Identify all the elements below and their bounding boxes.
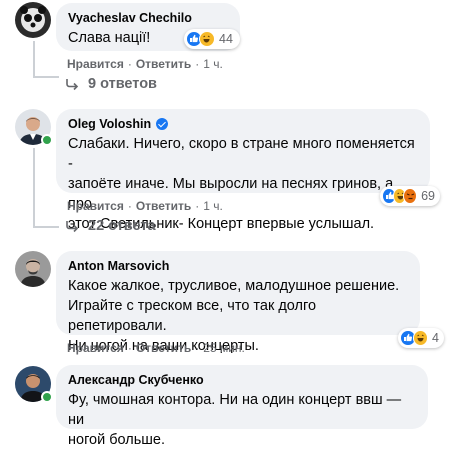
- avatar[interactable]: [15, 2, 51, 38]
- angry-icon: [403, 188, 418, 204]
- online-status-icon: [41, 391, 53, 403]
- reaction-count: 44: [219, 32, 233, 46]
- thread-connector: [33, 148, 35, 228]
- timestamp[interactable]: 1 ч.: [203, 57, 223, 71]
- like-button[interactable]: Нравится: [67, 341, 124, 355]
- thread-connector: [33, 226, 59, 228]
- online-status-icon: [41, 134, 53, 146]
- thread-connector: [33, 41, 35, 78]
- reply-arrow-icon: [64, 219, 80, 233]
- view-replies-link[interactable]: 22 ответа: [64, 218, 156, 234]
- comment-text: Фу, чмошная контора. Ни на один концерт …: [68, 392, 402, 448]
- reply-button[interactable]: Ответить: [136, 199, 191, 213]
- comment-author[interactable]: Александр Скубченко: [68, 372, 416, 388]
- reaction-summary[interactable]: 44: [184, 29, 240, 49]
- laugh-icon: [412, 330, 429, 346]
- comment-bubble: Anton Marsovich Какое жалкое, трусливое,…: [56, 251, 420, 354]
- reaction-count: 4: [432, 331, 439, 345]
- reaction-summary[interactable]: 4: [398, 328, 444, 348]
- thread-connector: [33, 76, 59, 78]
- verified-badge-icon: [156, 118, 169, 130]
- comment-bubble: Oleg Voloshin Слабаки. Ничего, скоро в с…: [56, 109, 430, 232]
- comment-actions: Нравится · Ответить · 1 ч.: [67, 57, 223, 71]
- view-replies-link[interactable]: 9 ответов: [64, 76, 157, 92]
- laugh-icon: [199, 31, 215, 47]
- comment-actions: Нравится · Ответить · 1 ч.: [67, 199, 223, 213]
- like-button[interactable]: Нравится: [67, 57, 124, 71]
- comment-author[interactable]: Vyacheslav Chechilo: [68, 10, 228, 26]
- reaction-count: 69: [421, 189, 436, 203]
- reply-button[interactable]: Ответить: [136, 57, 191, 71]
- comment-author[interactable]: Anton Marsovich: [68, 258, 408, 274]
- comment-bubble: Александр Скубченко Фу, чмошная контора.…: [56, 365, 428, 448]
- reply-arrow-icon: [64, 77, 80, 91]
- timestamp[interactable]: 25 мин.: [203, 341, 245, 355]
- comment-actions: Нравится · Ответить · 25 мин.: [67, 341, 245, 355]
- timestamp[interactable]: 1 ч.: [203, 199, 223, 213]
- comment-author[interactable]: Oleg Voloshin: [68, 116, 418, 132]
- reaction-summary[interactable]: 69: [380, 186, 440, 206]
- reply-button[interactable]: Ответить: [136, 341, 191, 355]
- avatar[interactable]: [15, 251, 51, 287]
- like-button[interactable]: Нравится: [67, 199, 124, 213]
